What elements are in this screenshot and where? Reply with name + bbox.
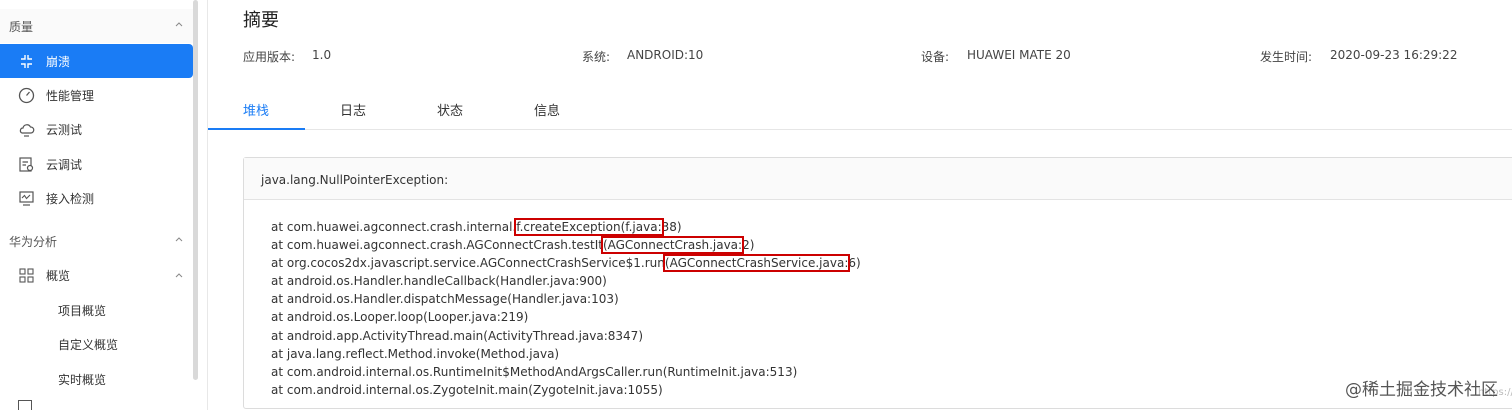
sidebar-item-performance[interactable]: 性能管理 <box>0 78 193 112</box>
sidebar-subitem-label: 自定义概览 <box>58 337 119 352</box>
stack-line: at android.os.Looper.loop(Looper.java:21… <box>271 308 861 326</box>
sidebar-subitem-label: 实时概览 <box>58 372 107 387</box>
stack-line: at android.os.Handler.handleCallback(Han… <box>271 272 861 290</box>
sidebar-group-label: 华为分析 <box>9 234 58 249</box>
stack-line-text: at android.os.Looper.loop(Looper.java:21… <box>271 310 529 325</box>
sidebar-scrollbar[interactable] <box>193 0 198 380</box>
crash-icon <box>21 55 32 68</box>
sidebar-item-label: 云调试 <box>46 157 83 172</box>
tab-info[interactable]: 信息 <box>534 100 560 119</box>
stack-line-text: 6) <box>848 256 861 271</box>
tab-stack[interactable]: 堆栈 <box>243 100 269 119</box>
tab-status[interactable]: 状态 <box>437 100 463 119</box>
sidebar-item-label: 崩溃 <box>46 54 71 69</box>
partial-icon <box>18 400 32 410</box>
stack-line-text: at android.os.Handler.dispatchMessage(Ha… <box>271 292 619 307</box>
exception-header: java.lang.NullPointerException: <box>244 158 1512 200</box>
watermark: @稀土掘金技术社区 <box>1345 380 1498 400</box>
sidebar-item-cloud-test[interactable]: 云测试 <box>0 112 193 146</box>
meta-value: 1.0 <box>312 48 332 62</box>
stack-panel: java.lang.NullPointerException: at com.h… <box>243 157 1512 409</box>
stack-line: at com.android.internal.os.RuntimeInit$M… <box>271 363 861 381</box>
meta-time: 发生时间: 2020-09-23 16:29:22 <box>1260 48 1457 65</box>
exception-title: java.lang.NullPointerException: <box>261 173 449 187</box>
meta-label: 应用版本: <box>243 50 296 64</box>
speedometer-icon <box>18 87 35 104</box>
active-tab-indicator <box>208 128 305 130</box>
sidebar-item-label: 云测试 <box>46 122 83 137</box>
stack-line: at com.huawei.agconnect.crash.internal.f… <box>271 218 861 236</box>
stack-line-text: 2) <box>742 238 755 253</box>
sidebar-item-label: 概览 <box>46 268 71 283</box>
sidebar-item-label: 性能管理 <box>46 88 95 103</box>
sidebar-item-label: 接入检测 <box>46 191 95 206</box>
sidebar-item-access-check[interactable]: 接入检测 <box>0 181 193 215</box>
sidebar-group-label: 质量 <box>9 19 34 34</box>
stack-line-text: at com.android.internal.os.RuntimeInit$M… <box>271 364 798 379</box>
chevron-up-icon <box>175 273 183 278</box>
stack-line: at com.huawei.agconnect.crash.AGConnectC… <box>271 236 861 255</box>
sidebar-item-overview[interactable]: 概览 <box>0 258 193 292</box>
stack-line: at com.android.internal.os.ZygoteInit.ma… <box>271 381 861 399</box>
meta-device: 设备: HUAWEI MATE 20 <box>921 48 1071 65</box>
sidebar-subitem-custom-overview[interactable]: 自定义概览 <box>0 327 193 361</box>
stack-line-highlight: (AGConnectCrashService.java: <box>662 254 851 273</box>
sidebar-subitem-project-overview[interactable]: 项目概览 <box>0 293 193 327</box>
cloud-icon <box>19 124 35 137</box>
stack-line-text: at com.android.internal.os.ZygoteInit.ma… <box>271 382 663 397</box>
chevron-up-icon <box>175 22 183 27</box>
page-title: 摘要 <box>243 10 279 31</box>
sidebar: 质量 崩溃 性能管理 云测试 云调试 接入检测 华为分析 概览 项目概览 自定义… <box>0 0 208 410</box>
sidebar-item-cloud-debug[interactable]: 云调试 <box>0 147 193 181</box>
stack-line-text: at android.os.Handler.handleCallback(Han… <box>271 274 607 289</box>
meta-value: ANDROID:10 <box>627 48 704 62</box>
monitor-icon <box>19 191 34 206</box>
stack-line-text: at com.huawei.agconnect.crash.AGConnectC… <box>271 238 603 253</box>
stack-line-text: at java.lang.reflect.Method.invoke(Metho… <box>271 346 560 361</box>
chevron-up-icon <box>175 237 183 242</box>
stack-line-highlight: (AGConnectCrash.java: <box>600 236 745 255</box>
meta-label: 系统: <box>582 50 611 64</box>
sidebar-item-crash[interactable]: 崩溃 <box>0 44 193 78</box>
debug-icon <box>19 157 34 172</box>
tab-log[interactable]: 日志 <box>340 100 366 119</box>
stack-trace: at com.huawei.agconnect.crash.internal.f… <box>271 218 861 399</box>
stack-line-text: at android.app.ActivityThread.main(Activ… <box>271 328 643 343</box>
meta-value: HUAWEI MATE 20 <box>967 48 1071 62</box>
stack-line: at java.lang.reflect.Method.invoke(Metho… <box>271 345 861 363</box>
meta-label: 发生时间: <box>1260 50 1313 64</box>
sidebar-group-quality[interactable]: 质量 <box>0 9 193 43</box>
tab-bar: 堆栈 日志 状态 信息 <box>208 92 1512 130</box>
stack-line-text: at com.huawei.agconnect.crash.internal. <box>271 220 517 234</box>
stack-line-text: 38) <box>661 220 682 234</box>
main-content: 摘要 应用版本: 1.0 系统: ANDROID:10 设备: HUAWEI M… <box>208 0 1512 410</box>
meta-version: 应用版本: 1.0 <box>243 48 331 65</box>
stack-line-highlight: f.createException(f.java: <box>514 218 664 236</box>
stack-line-text: at org.cocos2dx.javascript.service.AGCon… <box>271 256 665 271</box>
sidebar-subitem-realtime-overview[interactable]: 实时概览 <box>0 362 193 396</box>
meta-label: 设备: <box>921 50 950 64</box>
sidebar-subitem-label: 项目概览 <box>58 303 107 318</box>
stack-line: at org.cocos2dx.javascript.service.AGCon… <box>271 254 861 273</box>
stack-line: at android.app.ActivityThread.main(Activ… <box>271 327 861 345</box>
meta-value: 2020-09-23 16:29:22 <box>1330 48 1458 62</box>
sidebar-group-huawei-analytics[interactable]: 华为分析 <box>0 224 193 258</box>
stack-line: at android.os.Handler.dispatchMessage(Ha… <box>271 290 861 308</box>
meta-system: 系统: ANDROID:10 <box>582 48 703 65</box>
grid-icon <box>19 268 34 283</box>
